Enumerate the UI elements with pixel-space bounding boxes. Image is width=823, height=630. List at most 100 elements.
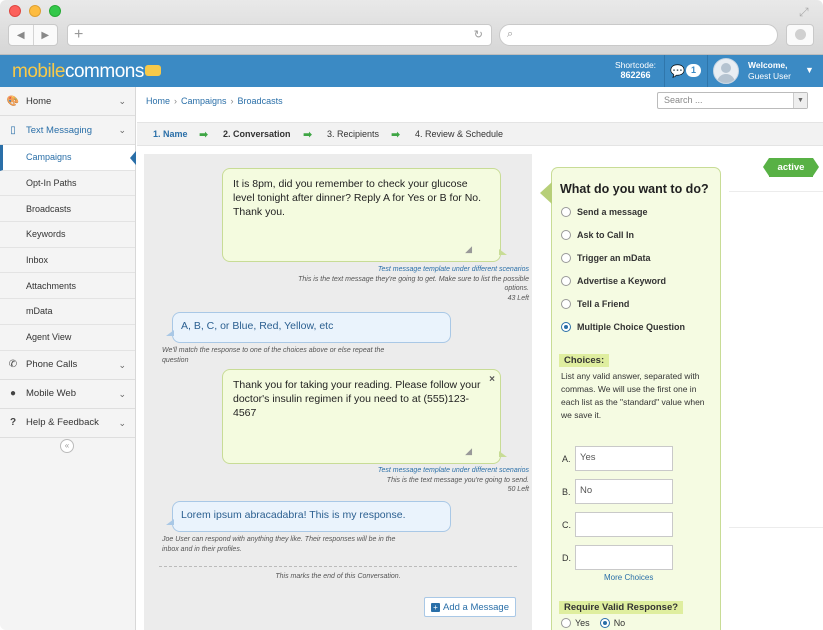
close-icon[interactable]: ×	[489, 373, 495, 387]
maximize-window-button[interactable]	[49, 5, 61, 17]
search-input[interactable]: Search ... ▼	[657, 92, 808, 109]
history-nav: ◀ ▶	[8, 24, 58, 46]
option-send-message[interactable]: Send a message	[561, 207, 648, 217]
option-tell-a-friend[interactable]: Tell a Friend	[561, 299, 629, 309]
choice-input-b[interactable]: No	[575, 479, 673, 504]
sidebar: 🎨 Home ⌄ ▯ Text Messaging ⌄ Campaigns Op…	[0, 87, 136, 630]
test-template-link[interactable]: Test message template under different sc…	[378, 266, 529, 273]
choices-help-text: List any valid answer, separated with co…	[561, 371, 705, 420]
radio-button[interactable]	[561, 230, 571, 240]
resize-handle-icon[interactable]: ◢	[465, 242, 472, 256]
chevron-down-icon[interactable]: ▼	[805, 65, 814, 75]
sidebar-item-mobile-web[interactable]: ● Mobile Web ⌄	[0, 380, 135, 409]
sidebar-item-mdata[interactable]: mData	[0, 299, 135, 325]
sidebar-item-campaigns[interactable]: Campaigns	[0, 145, 136, 171]
logo[interactable]: mobilecommons	[12, 61, 161, 83]
breadcrumb-separator: ›	[174, 96, 178, 106]
add-message-label: Add a Message	[442, 601, 509, 613]
address-bar[interactable]: + ↻	[67, 24, 492, 46]
end-of-conversation: This marks the end of this Conversation.	[275, 573, 401, 580]
browser-search-bar[interactable]: ⌕	[499, 24, 778, 46]
search-icon: ⌕	[507, 28, 514, 40]
add-message-button[interactable]: + Add a Message	[424, 597, 516, 617]
radio-button-selected[interactable]	[561, 322, 571, 332]
sidebar-item-attachments[interactable]: Attachments	[0, 273, 135, 300]
messages-icon[interactable]: 💬	[670, 64, 685, 78]
sidebar-item-phone-calls[interactable]: ✆ Phone Calls ⌄	[0, 351, 135, 380]
breadcrumb-broadcasts[interactable]: Broadcasts	[238, 96, 283, 106]
outgoing-message-1[interactable]: It is 8pm, did you remember to check you…	[222, 168, 507, 262]
reload-icon[interactable]: ↻	[474, 28, 483, 41]
message-text: Thank you for taking your reading. Pleas…	[233, 379, 481, 419]
more-choices-link[interactable]: More Choices	[604, 573, 653, 582]
require-yes-label[interactable]: Yes	[575, 618, 590, 628]
arrow-right-icon: ➡	[303, 129, 313, 141]
collapse-sidebar-button[interactable]: «	[60, 439, 74, 453]
chevron-down-icon: ⌄	[118, 125, 126, 135]
message-hint: This is the text message they're going t…	[298, 275, 529, 293]
incoming-response-2[interactable]: Lorem ipsum abracadabra! This is my resp…	[166, 501, 451, 532]
choice-row-d: D.	[562, 545, 673, 570]
avatar[interactable]	[713, 58, 739, 84]
sidebar-item-text-messaging[interactable]: ▯ Text Messaging ⌄	[0, 116, 135, 145]
test-template-link[interactable]: Test message template under different sc…	[378, 467, 529, 474]
breadcrumb-campaigns[interactable]: Campaigns	[181, 96, 227, 106]
option-multiple-choice[interactable]: Multiple Choice Question	[561, 322, 685, 332]
shortcode-label: Shortcode:	[614, 60, 657, 70]
user-menu[interactable]: Welcome, Guest User	[748, 60, 791, 82]
require-no-label[interactable]: No	[614, 618, 626, 628]
choice-input-d[interactable]	[575, 545, 673, 570]
radio-button[interactable]	[561, 253, 571, 263]
sidebar-item-help-feedback[interactable]: ? Help & Feedback ⌄	[0, 409, 135, 438]
chevron-down-icon: ⌄	[118, 417, 126, 428]
browser-window: ⤢ ◀ ▶ + ↻ ⌕ mobilecommons Shortcode: 862…	[0, 0, 823, 630]
minimize-window-button[interactable]	[29, 5, 41, 17]
radio-button[interactable]	[561, 276, 571, 286]
header-divider	[664, 55, 665, 87]
sidebar-item-keywords[interactable]: Keywords	[0, 222, 135, 248]
sidebar-item-home[interactable]: 🎨 Home ⌄	[0, 87, 135, 116]
radio-button[interactable]	[561, 299, 571, 309]
chevron-down-icon: ⌄	[118, 388, 126, 399]
panel-pointer	[540, 182, 552, 204]
browser-profile-button[interactable]	[786, 24, 814, 46]
new-tab-icon[interactable]: +	[74, 26, 83, 44]
divider	[729, 527, 823, 528]
sidebar-item-opt-in-paths[interactable]: Opt-In Paths	[0, 170, 135, 197]
wizard-step-name[interactable]: 1. Name	[153, 129, 188, 139]
breadcrumb: Home › Campaigns › Broadcasts	[146, 96, 283, 106]
close-window-button[interactable]	[9, 5, 21, 17]
sidebar-item-broadcasts[interactable]: Broadcasts	[0, 196, 135, 223]
choice-label: A.	[562, 453, 571, 464]
char-count: 50 Left	[507, 486, 529, 493]
option-trigger-mdata[interactable]: Trigger an mData	[561, 253, 651, 263]
incoming-response-1[interactable]: A, B, C, or Blue, Red, Yellow, etc	[166, 312, 451, 343]
option-ask-to-call-in[interactable]: Ask to Call In	[561, 230, 634, 240]
radio-button-selected[interactable]	[599, 618, 610, 628]
sidebar-item-label: Phone Calls	[26, 359, 78, 370]
choice-input-a[interactable]: Yes	[575, 446, 673, 471]
outgoing-message-2[interactable]: Thank you for taking your reading. Pleas…	[222, 369, 507, 464]
option-advertise-keyword[interactable]: Advertise a Keyword	[561, 276, 666, 286]
options-title: What do you want to do?	[560, 182, 709, 196]
message-count-badge[interactable]: 1	[686, 64, 701, 77]
wizard-step-recipients[interactable]: 3. Recipients	[327, 129, 379, 139]
fullscreen-icon[interactable]: ⤢	[799, 5, 813, 19]
wizard-step-conversation[interactable]: 2. Conversation	[223, 129, 291, 139]
wizard-step-review[interactable]: 4. Review & Schedule	[415, 129, 503, 139]
question-icon: ?	[9, 417, 17, 428]
breadcrumb-home[interactable]: Home	[146, 96, 170, 106]
option-label: Ask to Call In	[577, 230, 635, 240]
sidebar-item-agent-view[interactable]: Agent View	[0, 324, 135, 351]
choice-input-c[interactable]	[575, 512, 673, 537]
profile-icon	[795, 29, 806, 40]
forward-icon[interactable]: ▶	[34, 25, 58, 45]
radio-button[interactable]	[561, 207, 571, 217]
wizard-steps: 1. Name ➡ 2. Conversation ➡ 3. Recipient…	[137, 122, 823, 146]
chevron-down-icon[interactable]: ▼	[793, 93, 807, 108]
sidebar-item-inbox[interactable]: Inbox	[0, 247, 135, 274]
radio-button[interactable]	[561, 618, 571, 628]
plus-icon: +	[430, 602, 440, 612]
back-icon[interactable]: ◀	[9, 25, 34, 45]
resize-handle-icon[interactable]: ◢	[465, 444, 472, 458]
